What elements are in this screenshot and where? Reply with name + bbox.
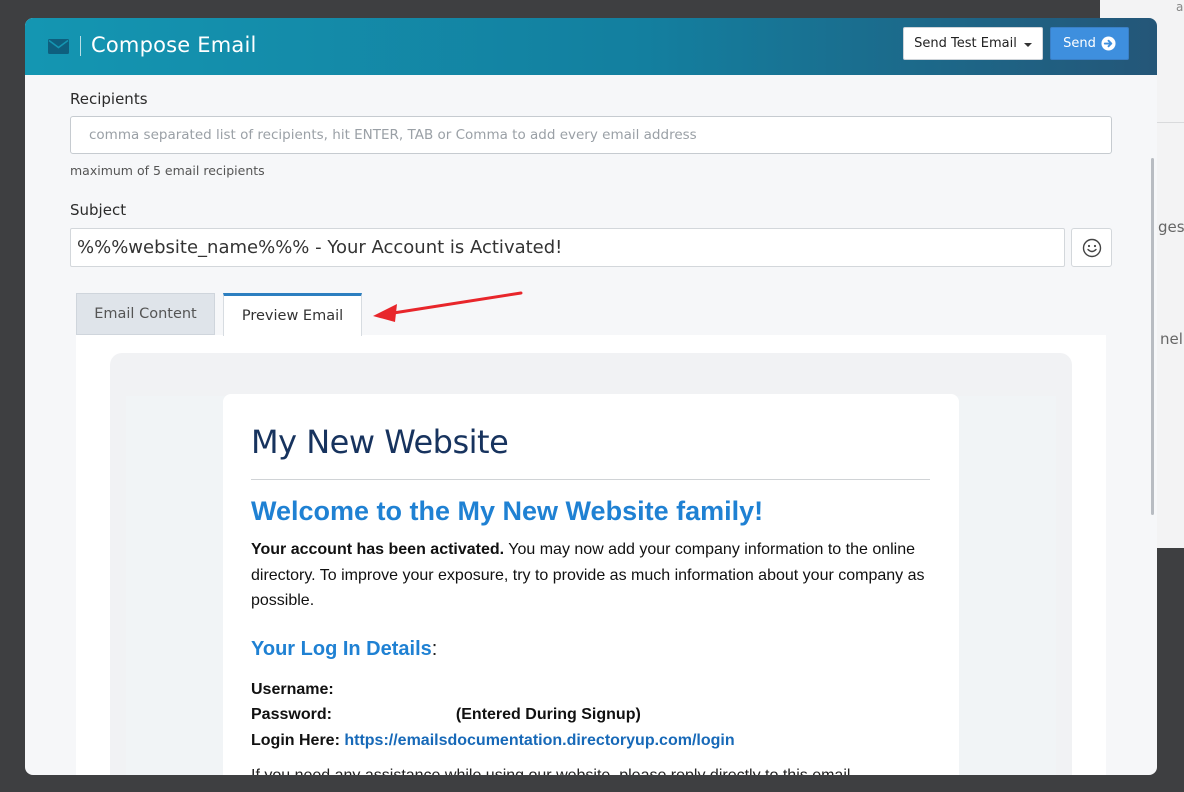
password-label: Password: <box>251 706 332 723</box>
background-text-fragment: a <box>1176 0 1184 14</box>
arrow-circle-right-icon <box>1101 36 1116 51</box>
username-row: Username: <box>251 677 930 703</box>
send-test-email-button[interactable]: Send Test Email <box>903 27 1043 60</box>
emoji-picker-button[interactable] <box>1071 228 1112 267</box>
envelope-icon <box>48 39 69 54</box>
login-details-heading-text: Your Log In Details <box>251 637 432 660</box>
password-row: Password: (Entered During Signup) <box>251 702 930 728</box>
email-card: My New Website Welcome to the My New Web… <box>223 394 959 775</box>
username-label: Username: <box>251 680 334 698</box>
subject-input[interactable] <box>70 228 1065 267</box>
email-trailing-text: If you need any assistance while using o… <box>251 767 930 775</box>
recipients-label: Recipients <box>70 90 148 108</box>
recipients-input[interactable] <box>70 116 1112 154</box>
login-details-heading: Your Log In Details: <box>251 638 930 661</box>
send-test-email-label: Send Test Email <box>914 36 1017 51</box>
email-welcome-heading: Welcome to the My New Website family! <box>251 496 764 526</box>
subject-label: Subject <box>70 201 127 219</box>
preview-panel: My New Website Welcome to the My New Web… <box>76 335 1106 775</box>
compose-email-modal: Compose Email Send Test Email Send Recip… <box>25 18 1157 775</box>
modal-scrollbar[interactable] <box>1151 158 1154 515</box>
send-button[interactable]: Send <box>1050 27 1129 60</box>
email-brand-title: My New Website <box>251 423 509 461</box>
background-text-fragment: nel <box>1160 330 1183 348</box>
modal-title: Compose Email <box>91 33 257 57</box>
email-body-bold: Your account has been activated. <box>251 541 505 558</box>
tab-preview-email[interactable]: Preview Email <box>223 293 362 336</box>
login-row: Login Here: https://emailsdocumentation.… <box>251 728 930 754</box>
email-divider <box>251 479 930 480</box>
background-text-fragment: ges <box>1158 218 1184 236</box>
header-divider <box>80 36 81 56</box>
annotation-arrow <box>373 291 523 322</box>
preview-frame: My New Website Welcome to the My New Web… <box>110 353 1072 775</box>
login-url-link[interactable]: https://emailsdocumentation.directoryup.… <box>344 732 734 749</box>
caret-down-icon <box>1023 42 1032 47</box>
email-body-paragraph: Your account has been activated. You may… <box>251 537 931 614</box>
send-label: Send <box>1063 36 1096 51</box>
recipients-help-text: maximum of 5 email recipients <box>70 163 265 178</box>
password-note: (Entered During Signup) <box>455 706 641 723</box>
smiley-icon <box>1082 238 1101 257</box>
login-details: Username: Password: (Entered During Signu… <box>251 677 930 754</box>
login-label: Login Here: <box>251 731 340 749</box>
login-details-heading-colon: : <box>431 637 438 660</box>
tab-email-content[interactable]: Email Content <box>76 293 215 335</box>
modal-header: Compose Email Send Test Email Send <box>25 18 1157 75</box>
